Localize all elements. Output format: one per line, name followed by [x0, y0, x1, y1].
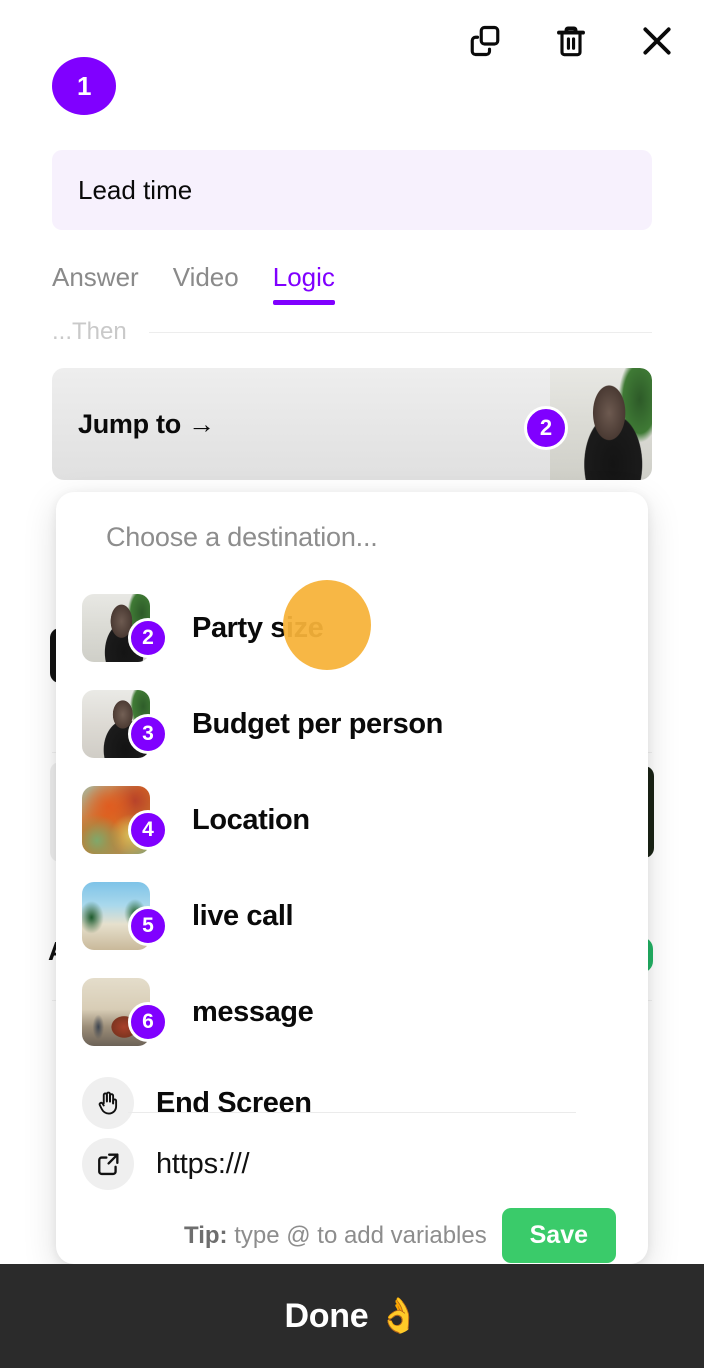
tab-logic[interactable]: Logic: [272, 262, 336, 305]
destination-number-badge: 5: [128, 906, 168, 946]
destination-option-budget-per-person[interactable]: 3 Budget per person: [56, 676, 648, 772]
header-actions: [462, 18, 680, 64]
app-root: 1 Lead time Answer Video Logic ...Then J…: [0, 0, 704, 1368]
tip-and-save-row: Tip: type @ to add variables Save: [184, 1208, 616, 1263]
destination-label: message: [192, 995, 314, 1028]
destination-option-live-call[interactable]: 5 live call: [56, 868, 648, 964]
external-link-icon: [82, 1138, 134, 1190]
destination-thumbnail: 6: [82, 978, 168, 1046]
cursor-tap-indicator: [283, 580, 371, 670]
destination-label: live call: [192, 899, 294, 932]
end-screen-label: End Screen: [156, 1086, 312, 1119]
destination-label: Budget per person: [192, 707, 443, 740]
destination-option-message[interactable]: 6 message: [56, 964, 648, 1060]
jump-to-label: Jump to →: [78, 408, 215, 439]
trash-icon[interactable]: [548, 18, 594, 64]
step-title-text: Lead time: [78, 174, 193, 205]
destination-list: 2 Party size 3 Budget per person 4 Locat…: [56, 580, 648, 1146]
save-button[interactable]: Save: [501, 1208, 616, 1263]
url-destination-row[interactable]: https:///: [82, 1138, 250, 1190]
url-input-value[interactable]: https:///: [156, 1148, 250, 1181]
destination-thumbnail: 3: [82, 690, 168, 758]
destination-number-badge: 6: [128, 1002, 168, 1042]
jump-target-number-badge: 2: [524, 406, 568, 450]
then-section-header: ...Then: [52, 318, 652, 346]
destination-thumbnail: 2: [82, 594, 168, 662]
tip-prefix: Tip:: [184, 1221, 228, 1249]
popup-title: Choose a destination...: [106, 522, 378, 552]
waving-hand-icon: [82, 1077, 134, 1129]
step-title-field[interactable]: Lead time: [52, 150, 652, 230]
tab-answer[interactable]: Answer: [52, 262, 139, 305]
jump-to-row[interactable]: Jump to → 2: [52, 368, 652, 480]
destination-thumbnail: 4: [82, 786, 168, 854]
close-icon[interactable]: [634, 18, 680, 64]
tab-bar: Answer Video Logic: [52, 262, 336, 305]
done-bar[interactable]: Done 👌: [0, 1264, 704, 1368]
tip-body: type @ to add variables: [227, 1221, 487, 1249]
tab-video[interactable]: Video: [173, 262, 239, 305]
destination-option-end-screen[interactable]: End Screen: [56, 1060, 648, 1146]
destination-thumbnail: 5: [82, 882, 168, 950]
destination-label: Location: [192, 803, 310, 836]
destination-number-badge: 4: [128, 810, 168, 850]
duplicate-icon[interactable]: [462, 18, 508, 64]
then-label: ...Then: [52, 318, 127, 345]
popup-divider: [128, 1112, 576, 1113]
then-divider: [148, 331, 652, 333]
destination-option-location[interactable]: 4 Location: [56, 772, 648, 868]
done-label: Done 👌: [284, 1297, 420, 1335]
tip-text: Tip: type @ to add variables: [184, 1222, 487, 1250]
destination-number-badge: 2: [128, 618, 168, 658]
step-number-badge: 1: [52, 57, 116, 115]
destination-number-badge: 3: [128, 714, 168, 754]
